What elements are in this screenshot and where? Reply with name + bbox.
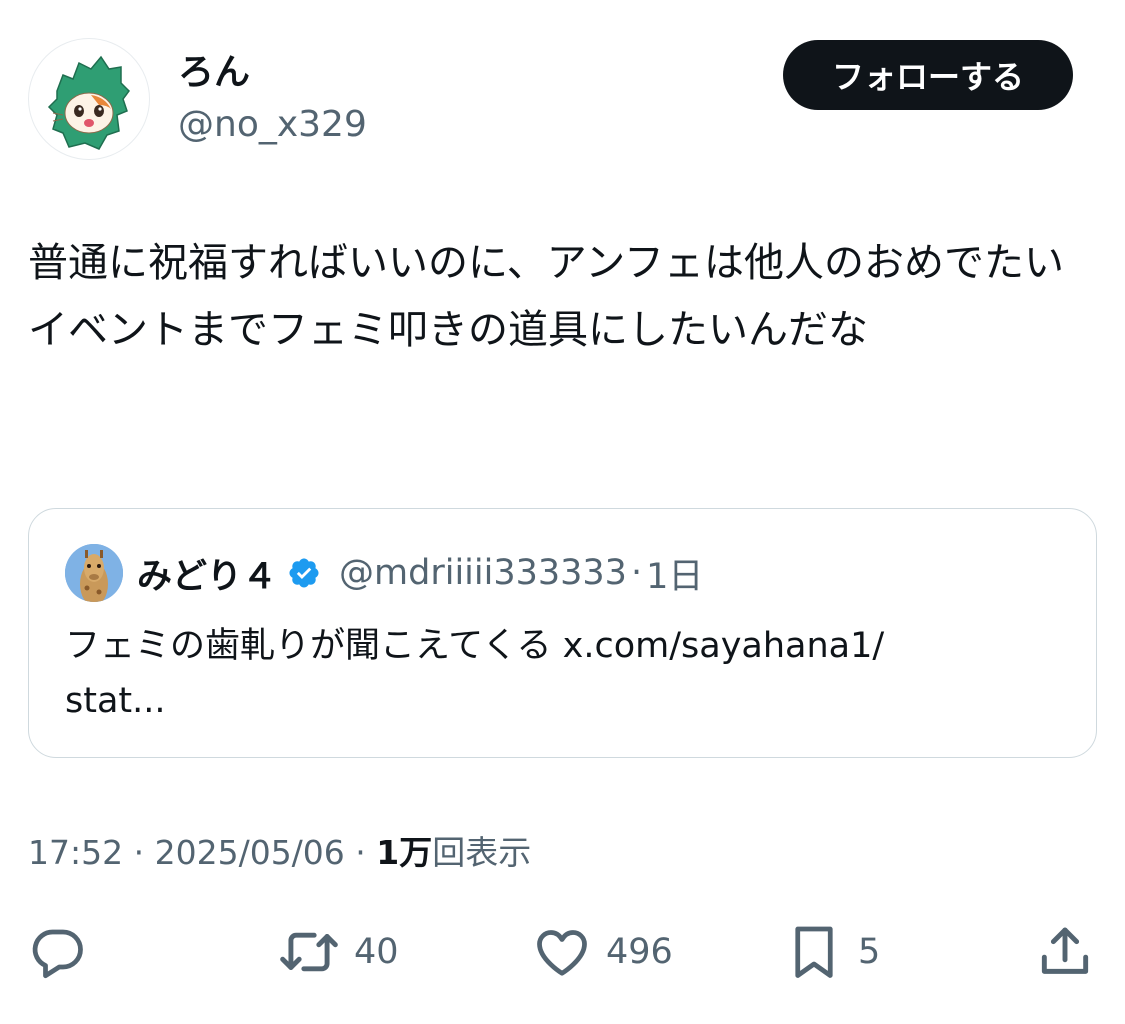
share-button[interactable] bbox=[1034, 922, 1096, 982]
speech-bubble-icon bbox=[28, 922, 88, 982]
giraffe-avatar-image bbox=[65, 544, 123, 602]
avatar-illustration bbox=[47, 55, 130, 150]
quote-timestamp[interactable]: 1日 bbox=[646, 548, 703, 599]
verified-badge-icon bbox=[287, 556, 321, 590]
bookmark-icon bbox=[784, 922, 844, 982]
follow-button[interactable]: フォローする bbox=[783, 40, 1073, 110]
meta-separator: · bbox=[344, 833, 377, 872]
tweet-date[interactable]: 2025/05/06 bbox=[155, 833, 345, 872]
quoted-tweet-card[interactable]: みどり４ @mdriiiii333333 · 1日 フェミの歯軋りが聞こえてくる… bbox=[28, 508, 1097, 758]
like-count: 496 bbox=[606, 932, 673, 972]
retweet-arrows-icon bbox=[278, 921, 340, 983]
views-label: 回表示 bbox=[432, 833, 532, 872]
quote-author-handle[interactable]: @mdriiiii333333 bbox=[339, 553, 627, 593]
retweet-count: 40 bbox=[354, 932, 399, 972]
reply-button[interactable] bbox=[28, 922, 102, 982]
tweet-time[interactable]: 17:52 bbox=[28, 833, 123, 872]
like-button[interactable]: 496 bbox=[532, 922, 673, 982]
share-upload-icon bbox=[1034, 921, 1096, 983]
quote-separator: · bbox=[630, 553, 643, 593]
author-handle[interactable]: @no_x329 bbox=[178, 102, 367, 148]
tweet-text: 普通に祝福すればいいのに、アンフェは他人のおめでたいイベントまでフェミ叩きの道具… bbox=[28, 240, 1064, 353]
author-avatar[interactable] bbox=[28, 38, 150, 160]
bookmark-count: 5 bbox=[858, 932, 881, 972]
quote-text: フェミの歯軋りが聞こえてくる x.com/sayahana1/ stat... bbox=[65, 626, 885, 721]
quote-author-avatar[interactable] bbox=[65, 544, 123, 602]
bookmark-button[interactable]: 5 bbox=[784, 922, 880, 982]
tweet-meta: 17:52 · 2025/05/06 · 1万回表示 bbox=[28, 830, 531, 876]
heart-icon bbox=[532, 922, 592, 982]
meta-separator: · bbox=[123, 833, 155, 872]
author-display-name[interactable]: ろん bbox=[178, 50, 250, 96]
quote-author-name[interactable]: みどり４ bbox=[137, 548, 277, 599]
quote-header: みどり４ @mdriiiii333333 · 1日 bbox=[137, 547, 703, 599]
retweet-button[interactable]: 40 bbox=[278, 922, 399, 982]
views-count: 1万 bbox=[376, 833, 433, 872]
